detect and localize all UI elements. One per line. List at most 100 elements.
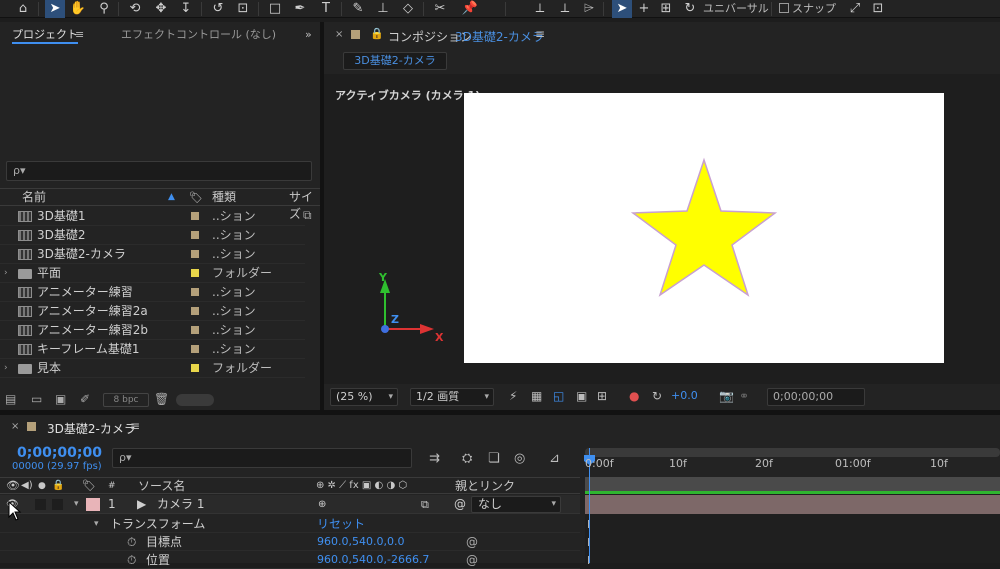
snap-grid-icon[interactable]: ⊡ [868, 0, 888, 18]
chevron-right-icon[interactable]: › [4, 264, 8, 283]
snap-toggle[interactable]: スナップ [779, 0, 836, 18]
new-composition-icon[interactable]: ▣ [55, 392, 66, 406]
pick-whip-icon[interactable]: @ [466, 533, 478, 551]
label-color-swatch[interactable] [191, 307, 199, 315]
lock-icon[interactable]: 🔒 [370, 27, 384, 40]
universal-label[interactable]: ユニバーサル [703, 0, 769, 18]
project-search-input[interactable]: ρ▾ [6, 161, 312, 181]
new-folder-icon[interactable]: ▭ [31, 392, 42, 406]
mask-visibility-icon[interactable]: ◱ [553, 389, 564, 403]
switches-header-icons[interactable]: ⊕ ✲ ⟋ fx ▣ ◐ ◑ ⬡ [316, 478, 407, 494]
composition-canvas[interactable] [464, 93, 944, 363]
label-color-swatch[interactable] [191, 326, 199, 334]
region-of-interest-icon[interactable]: ▣ [576, 389, 587, 403]
label-column-icon[interactable]: 🏷 [82, 478, 96, 494]
transform-group-row[interactable]: ▾ トランスフォーム リセット [0, 515, 580, 533]
property-row[interactable]: ⏱ 位置 960.0,540.0,-2666.7 @ [0, 551, 580, 569]
expand-layer-icon[interactable]: ▾ [74, 495, 79, 514]
property-value[interactable]: 960.0,540.0,0.0 [317, 533, 404, 551]
label-column-icon[interactable]: 🏷 [189, 189, 203, 206]
panel-menu-icon[interactable]: ≡ [75, 22, 84, 48]
pick-whip-icon[interactable]: @ [466, 551, 478, 569]
label-color-swatch[interactable] [191, 250, 199, 258]
composition-navigator-button[interactable]: 3D基礎2-カメラ [343, 52, 447, 70]
graph-editor-icon[interactable]: ⊿ [549, 451, 560, 466]
source-name-header[interactable]: ソース名 [138, 478, 185, 494]
pen-tool-icon[interactable]: ✒ [290, 0, 310, 18]
star-icon[interactable] [630, 157, 778, 297]
expand-transform-icon[interactable]: ▾ [94, 515, 99, 533]
timeline-track-area[interactable]: I I I [585, 477, 1000, 567]
snapshot-icon[interactable]: 📷 [719, 389, 734, 403]
type-tool-icon[interactable]: T [316, 0, 336, 18]
current-time-field[interactable]: 0;00;00;00 [767, 388, 865, 406]
fast-previews-icon[interactable]: ⚡ [509, 389, 517, 403]
reset-exposure-icon[interactable]: ↻ [652, 389, 662, 403]
project-item[interactable]: › 見本 フォルダー [0, 359, 305, 378]
current-time-display[interactable]: 0;00;00;00 [17, 445, 102, 461]
lock-icon[interactable]: 🔒 [52, 478, 64, 494]
work-area-bar[interactable] [585, 448, 1000, 457]
timeline-search-input[interactable]: ρ▾ [112, 448, 412, 468]
brush-tool-icon[interactable]: ✎ [348, 0, 368, 18]
pan-camera-icon[interactable]: ✥ [151, 0, 171, 18]
tab-timeline[interactable]: 3D基礎2-カメラ [47, 420, 136, 437]
selection-tool-icon[interactable]: ➤ [45, 0, 65, 18]
stopwatch-icon[interactable]: ⏱ [127, 533, 136, 551]
project-item[interactable]: アニメーター練習2a ..ション [0, 302, 305, 321]
layer-row[interactable]: 👁 ▾ 1 ▶ カメラ 1 ⊕ ⧉ @ なし ▾ [0, 495, 580, 514]
layer-name[interactable]: カメラ 1 [157, 495, 204, 514]
transform-rotate-icon[interactable]: ↻ [680, 0, 700, 18]
clone-stamp-icon[interactable]: ⊥ [373, 0, 393, 18]
layer-duration-bar[interactable] [585, 495, 1000, 514]
project-item[interactable]: アニメーター練習2b ..ション [0, 321, 305, 340]
parent-dropdown[interactable]: なし ▾ [471, 496, 561, 513]
video-toggle-icon[interactable]: 👁 [6, 478, 20, 494]
label-color-swatch[interactable] [191, 288, 199, 296]
motion-blur-icon[interactable]: ◎ [514, 451, 525, 466]
tab-project[interactable]: プロジェクト [12, 22, 78, 44]
tab-effect-controls[interactable]: エフェクトコントロール (なし) [121, 22, 276, 48]
adjust-icon[interactable]: ✐ [80, 392, 90, 406]
solo-icon[interactable]: ● [38, 478, 46, 494]
panel-menu-icon[interactable]: ≡ [130, 419, 140, 433]
project-item[interactable]: アニメーター練習 ..ション [0, 283, 305, 302]
column-size[interactable]: サイズ [289, 189, 320, 221]
pick-whip-icon[interactable]: @ [454, 495, 466, 514]
move-mode-icon[interactable]: ➤ [612, 0, 632, 18]
composition-viewer[interactable]: アクティブカメラ (カメラ 1) Y Z X [324, 74, 1000, 384]
world-axis-icon[interactable]: ⟂ [555, 0, 575, 18]
label-color-swatch[interactable] [191, 269, 199, 277]
panel-overflow-icon[interactable]: » [305, 22, 312, 48]
transform-scale-icon[interactable]: ⊞ [656, 0, 676, 18]
pan-behind-icon[interactable]: ⊡ [233, 0, 253, 18]
audio-toggle-icon[interactable]: ◀) [21, 478, 33, 494]
zoom-dropdown[interactable]: (25 %) ▾ [330, 388, 398, 406]
tab-composition-name[interactable]: 3D基礎2-カメラ [455, 28, 544, 45]
rectangle-tool-icon[interactable]: □ [265, 0, 285, 18]
close-tab-icon[interactable]: × [11, 421, 19, 432]
resolution-dropdown[interactable]: 1/2 画質 ▾ [410, 388, 494, 406]
stopwatch-icon[interactable]: ⏱ [127, 551, 136, 569]
bpc-toggle[interactable]: 8 bpc [103, 393, 149, 407]
shy-switch-icon[interactable]: ⊕ [318, 495, 326, 514]
layer-label-color[interactable] [86, 498, 100, 511]
lock-toggle[interactable] [52, 499, 63, 510]
grid-guides-icon[interactable]: ⊞ [597, 389, 607, 403]
label-color-swatch[interactable] [191, 364, 199, 372]
draft-3d-icon[interactable]: ⛭ [462, 451, 472, 466]
horizontal-scrollbar[interactable] [176, 394, 214, 406]
roto-brush-icon[interactable]: ✂ [430, 0, 450, 18]
close-tab-icon[interactable]: × [335, 29, 343, 40]
eraser-icon[interactable]: ◇ [398, 0, 418, 18]
column-type[interactable]: 種類 [212, 189, 236, 206]
zoom-tool-icon[interactable]: ⚲ [94, 0, 114, 18]
snap-options-icon[interactable]: ⤢ [845, 0, 865, 18]
star-shape-layer[interactable] [464, 93, 944, 363]
local-axis-icon[interactable]: ⟂ [530, 0, 550, 18]
orbit-camera-icon[interactable]: ⟲ [125, 0, 145, 18]
chevron-right-icon[interactable]: › [4, 359, 8, 378]
home-icon[interactable]: ⌂ [13, 0, 33, 18]
project-item[interactable]: 3D基礎2 ..ション [0, 226, 305, 245]
property-value[interactable]: 960.0,540.0,-2666.7 [317, 551, 429, 569]
